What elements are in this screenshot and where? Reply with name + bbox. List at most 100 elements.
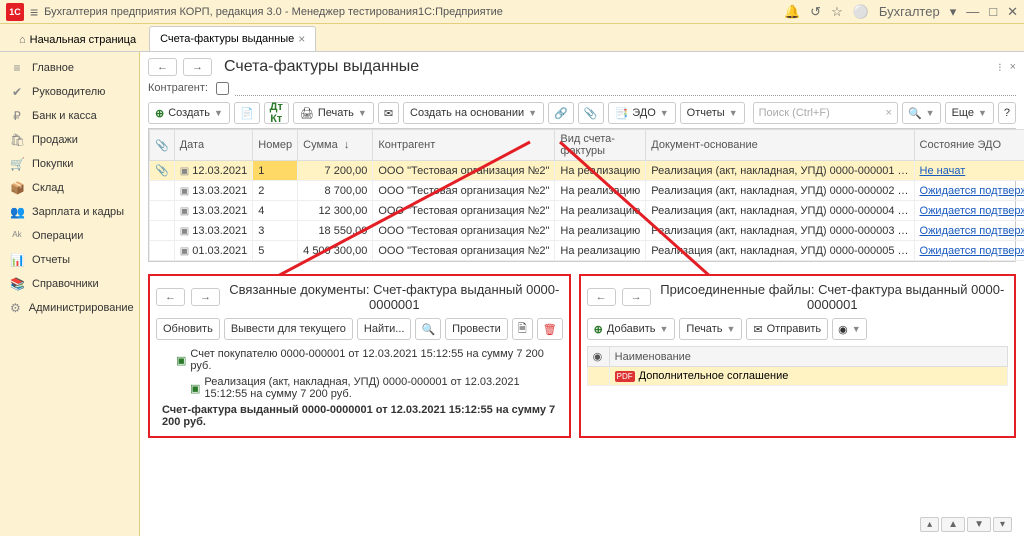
file-row[interactable]: PDFДополнительное соглашение (587, 367, 1007, 386)
tree-item[interactable]: ▣Счет покупателю 0000-000001 от 12.03.20… (156, 346, 563, 374)
search-input[interactable]: Поиск (Ctrl+F) × (753, 102, 898, 124)
table-row[interactable]: ▣ 13.03.2021412 300,00ООО "Тестовая орга… (150, 201, 1024, 221)
print-file-button[interactable]: Печать▼ (679, 318, 742, 340)
copy-button[interactable]: 📄 (234, 102, 260, 124)
create-button[interactable]: ⊕Создать▼ (148, 102, 230, 124)
add-file-button[interactable]: ⊕Добавить▼ (587, 318, 676, 340)
nav-back-button[interactable]: ← (148, 58, 177, 76)
settings-icon[interactable]: ⚪ (853, 4, 869, 20)
col-sum[interactable]: Сумма ↓ (298, 130, 373, 161)
bell-icon[interactable]: 🔔 (784, 4, 800, 20)
edo-button[interactable]: 📑 ЭДО▼ (608, 102, 676, 124)
tab-invoices[interactable]: Счета-фактуры выданные × (149, 26, 316, 51)
user-label[interactable]: Бухгалтер (879, 4, 940, 19)
panel-forward-button[interactable]: → (191, 288, 220, 306)
attachments-button[interactable]: 📎 (578, 102, 604, 124)
col-filename[interactable]: Наименование (609, 347, 1007, 367)
tree-item[interactable]: ▣Реализация (акт, накладная, УПД) 0000-0… (156, 374, 563, 402)
sidebar-item-label: Склад (32, 182, 64, 194)
col-base[interactable]: Документ-основание (646, 130, 914, 161)
find-button[interactable]: Найти... (357, 318, 412, 340)
edo-link[interactable]: Ожидается подтверждение оператора (920, 205, 1024, 217)
close-page-icon[interactable]: × (1010, 61, 1016, 74)
sidebar-item-reports[interactable]: 📊Отчеты (0, 248, 139, 272)
edo-link[interactable]: Ожидается подтверждение оператора (920, 225, 1024, 237)
clear-icon[interactable]: × (886, 107, 892, 119)
manager-icon: ✔ (10, 85, 24, 99)
help-button[interactable]: ? (998, 102, 1016, 124)
send-file-button[interactable]: ✉ Отправить (746, 318, 828, 340)
delete-button[interactable]: 🗑 (537, 318, 563, 340)
history-icon[interactable]: ↺ (810, 4, 821, 20)
table-row[interactable]: 📎▣ 12.03.202117 200,00ООО "Тестовая орга… (150, 161, 1024, 181)
col-kind[interactable]: Вид счета-фактуры (555, 130, 646, 161)
files-panel-title: Присоединенные файлы: Счет-фактура выдан… (657, 282, 1008, 312)
reports-icon: 📊 (10, 253, 24, 267)
tab-home[interactable]: ⌂ Начальная страница (8, 28, 147, 51)
edo-link[interactable]: Не начат (920, 165, 966, 177)
unpost-button[interactable]: 🗎 (512, 318, 533, 340)
user-dropdown-icon[interactable]: ▾ (950, 4, 957, 20)
reports-button[interactable]: Отчеты▼ (680, 102, 745, 124)
scroll-down-button[interactable]: ▼ (967, 517, 991, 532)
magnifier-button[interactable]: 🔍 (415, 318, 441, 340)
nav-forward-button[interactable]: → (183, 58, 212, 76)
tree-item-current[interactable]: Счет-фактура выданный 0000-0000001 от 12… (156, 402, 563, 430)
scroll-top-button[interactable]: ▴ (920, 517, 939, 532)
chevron-down-icon: ▼ (660, 324, 669, 334)
tab-close-icon[interactable]: × (298, 32, 305, 46)
refresh-button[interactable]: Обновить (156, 318, 220, 340)
panel-back-button[interactable]: ← (156, 288, 185, 306)
edo-link[interactable]: Ожидается подтверждение оператора (920, 245, 1024, 257)
sidebar-item-payroll[interactable]: 👥Зарплата и кадры (0, 200, 139, 224)
sidebar-item-bank[interactable]: ₽Банк и касса (0, 104, 139, 128)
show-current-button[interactable]: Вывести для текущего (224, 318, 353, 340)
search-placeholder: Поиск (Ctrl+F) (759, 107, 830, 119)
close-icon[interactable]: ✕ (1007, 4, 1018, 20)
scroll-up-button[interactable]: ▲ (941, 517, 965, 532)
panel-forward-button[interactable]: → (622, 288, 651, 306)
chevron-down-icon: ▼ (926, 108, 935, 118)
col-attach[interactable]: 📎 (150, 130, 175, 161)
more-button[interactable]: Еще▼ (945, 102, 994, 124)
col-number[interactable]: Номер (253, 130, 298, 161)
help-icon[interactable]: ⁝ (998, 61, 1002, 74)
star-icon[interactable]: ☆ (831, 4, 843, 20)
col-date[interactable]: Дата (174, 130, 253, 161)
sidebar-item-admin[interactable]: ⚙Администрирование (0, 296, 139, 320)
filter-input[interactable] (235, 80, 1016, 96)
chevron-down-icon: ▼ (726, 324, 735, 334)
sidebar-item-purchases[interactable]: 🛒Покупки (0, 152, 139, 176)
sidebar-item-directories[interactable]: 📚Справочники (0, 272, 139, 296)
view-mode-button[interactable]: ◉▼ (832, 318, 867, 340)
sidebar-item-warehouse[interactable]: 📦Склад (0, 176, 139, 200)
mail-button[interactable]: ✉ (378, 102, 399, 124)
related-docs-button[interactable]: 🔗 (548, 102, 574, 124)
create-based-button[interactable]: Создать на основании▼ (403, 102, 544, 124)
panel-back-button[interactable]: ← (587, 288, 616, 306)
search-button[interactable]: 🔍▼ (902, 102, 941, 124)
sidebar-item-main[interactable]: ≡Главное (0, 56, 139, 80)
scroll-bottom-button[interactable]: ▾ (993, 517, 1012, 532)
table-row[interactable]: ▣ 13.03.202128 700,00ООО "Тестовая орган… (150, 181, 1024, 201)
bank-icon: ₽ (10, 109, 24, 123)
table-row[interactable]: ▣ 01.03.202154 500 300,00ООО "Тестовая о… (150, 241, 1024, 261)
edo-link[interactable]: Ожидается подтверждение оператора (920, 185, 1024, 197)
table-row[interactable]: ▣ 13.03.2021318 550,00ООО "Тестовая орга… (150, 221, 1024, 241)
menu-icon[interactable]: ≡ (30, 4, 38, 20)
dtk-button[interactable]: ДтКт (264, 102, 289, 124)
filter-checkbox[interactable] (216, 82, 229, 95)
sidebar-item-operations[interactable]: ᴬᵏОперации (0, 224, 139, 248)
col-party[interactable]: Контрагент (373, 130, 555, 161)
sidebar-item-sales[interactable]: 🛍Продажи (0, 128, 139, 152)
print-button[interactable]: 🖨 Печать▼ (293, 102, 374, 124)
col-status[interactable]: ◉ (587, 347, 609, 367)
maximize-icon[interactable]: □ (989, 4, 997, 19)
operations-icon: ᴬᵏ (10, 229, 24, 243)
post-button[interactable]: Провести (445, 318, 508, 340)
sidebar-item-label: Зарплата и кадры (32, 206, 124, 218)
sidebar-item-manager[interactable]: ✔Руководителю (0, 80, 139, 104)
minimize-icon[interactable]: — (966, 4, 979, 19)
chevron-down-icon: ▼ (729, 108, 738, 118)
col-edo[interactable]: Состояние ЭДО (914, 130, 1024, 161)
